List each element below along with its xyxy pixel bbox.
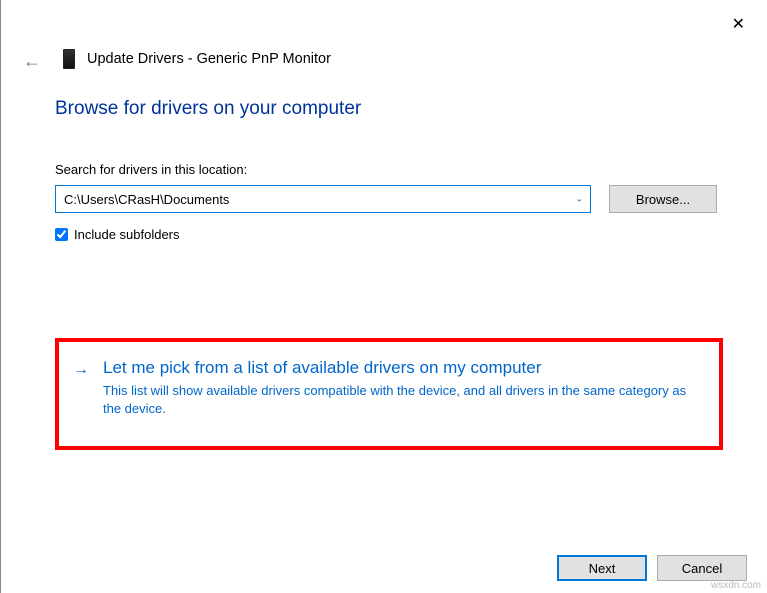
include-subfolders-label: Include subfolders — [74, 227, 180, 242]
arrow-right-icon: → — [73, 358, 89, 379]
cancel-button[interactable]: Cancel — [657, 555, 747, 581]
close-button[interactable]: ✕ — [732, 14, 745, 34]
dialog-header: ← Update Drivers - Generic PnP Monitor — [1, 0, 767, 70]
search-location-label: Search for drivers in this location: — [55, 162, 717, 177]
update-drivers-dialog: ✕ ← Update Drivers - Generic PnP Monitor… — [0, 0, 767, 593]
back-arrow-icon[interactable]: ← — [23, 48, 41, 70]
close-icon: ✕ — [732, 16, 745, 33]
page-heading: Browse for drivers on your computer — [55, 98, 717, 120]
option-description: This list will show available drivers co… — [103, 382, 705, 418]
next-button[interactable]: Next — [557, 555, 647, 581]
dialog-title: Update Drivers - Generic PnP Monitor — [87, 51, 331, 67]
include-subfolders-row[interactable]: Include subfolders — [55, 227, 717, 242]
include-subfolders-checkbox[interactable] — [55, 228, 68, 241]
watermark: wsxdn.com — [711, 580, 761, 591]
monitor-device-icon — [63, 49, 75, 69]
dialog-footer: Next Cancel — [557, 555, 747, 581]
path-combobox[interactable]: ⌄ — [55, 185, 591, 213]
path-input[interactable] — [55, 185, 591, 213]
pick-from-list-option[interactable]: → Let me pick from a list of available d… — [73, 358, 705, 418]
option-title: Let me pick from a list of available dri… — [103, 358, 705, 378]
dialog-content: Browse for drivers on your computer Sear… — [1, 70, 767, 450]
browse-button[interactable]: Browse... — [609, 185, 717, 213]
path-row: ⌄ Browse... — [55, 185, 717, 213]
option-text: Let me pick from a list of available dri… — [103, 358, 705, 418]
highlighted-option-box: → Let me pick from a list of available d… — [55, 338, 723, 450]
